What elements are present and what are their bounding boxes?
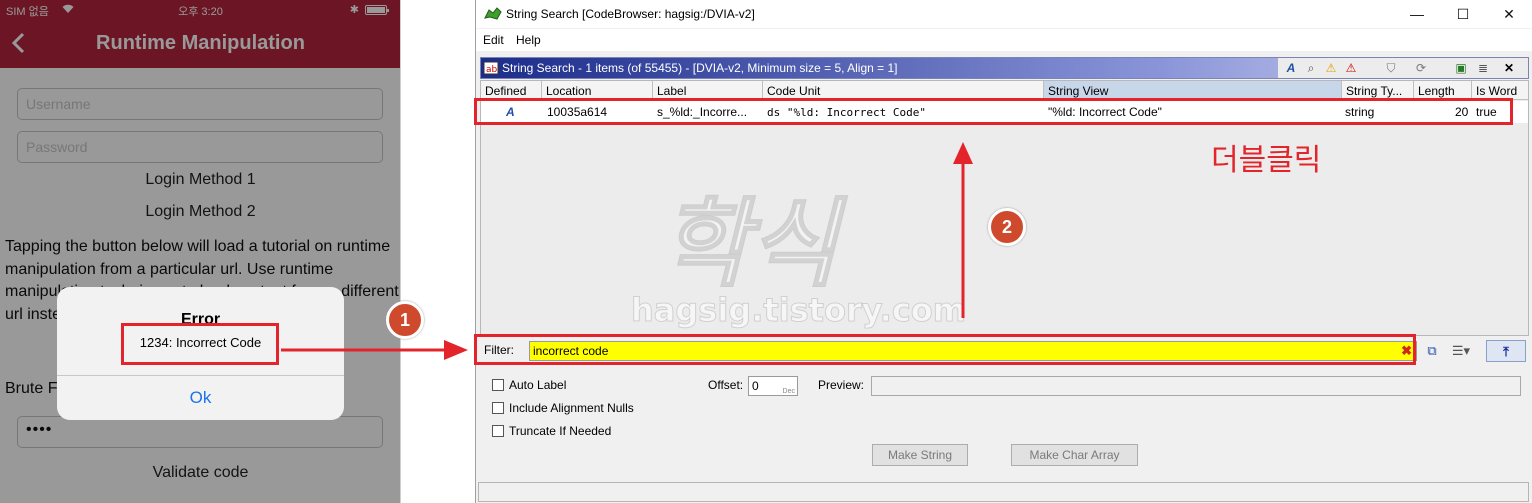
- up-arrowhead-icon: [953, 142, 973, 164]
- step-badge-1: 1: [386, 301, 424, 339]
- double-click-note: 더블클릭: [1211, 143, 1322, 178]
- annotation-arrows: [281, 142, 973, 360]
- step-badge-2: 2: [988, 208, 1026, 246]
- right-arrowhead-icon: [444, 340, 468, 360]
